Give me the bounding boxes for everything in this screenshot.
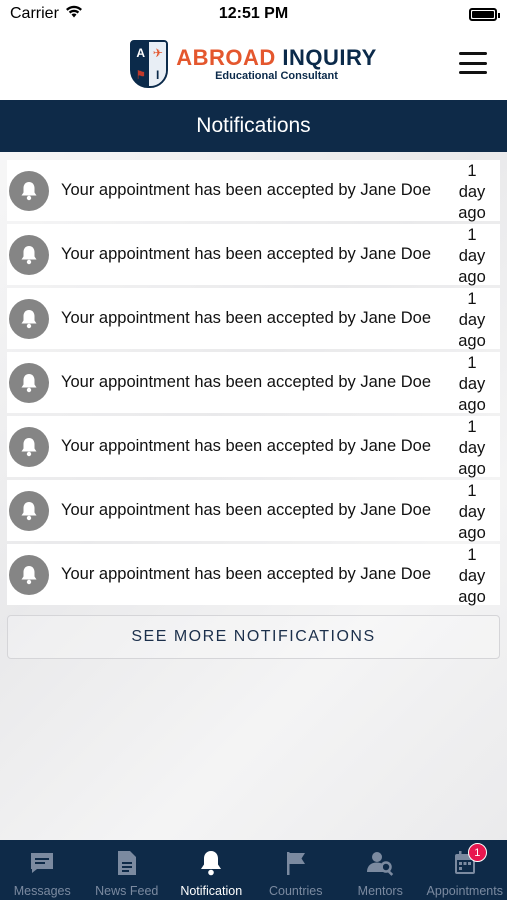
notification-text: Your appointment has been accepted by Ja… bbox=[61, 501, 431, 519]
notification-time: 1 day ago bbox=[454, 225, 490, 288]
time-unit: day bbox=[458, 183, 486, 201]
tab-notification[interactable]: Notification bbox=[169, 840, 254, 900]
logo-letter-a: A bbox=[136, 46, 146, 60]
status-bar: Carrier 12:51 PM bbox=[0, 0, 507, 28]
status-time: 12:51 PM bbox=[218, 5, 289, 22]
notification-item[interactable]: Your appointment has been accepted by Ja… bbox=[7, 480, 500, 544]
notification-text: Your appointment has been accepted by Ja… bbox=[61, 437, 431, 455]
notification-list: Your appointment has been accepted by Ja… bbox=[7, 160, 500, 608]
see-more-notifications-button[interactable]: SEE MORE NOTIFICATIONS bbox=[7, 615, 500, 659]
app-header: A ✈ ⚑ I ABROAD INQUIRY Educational Consu… bbox=[0, 28, 507, 100]
time-number: 1 bbox=[467, 226, 477, 244]
tab-label: Messages bbox=[13, 884, 71, 898]
flag-mini-icon: ⚑ bbox=[132, 64, 150, 86]
time-unit: day bbox=[458, 311, 486, 329]
tab-label: Appointments bbox=[426, 884, 503, 898]
notification-time: 1 day ago bbox=[454, 353, 490, 416]
bell-icon bbox=[9, 298, 49, 339]
notification-item[interactable]: Your appointment has been accepted by Ja… bbox=[7, 352, 500, 416]
time-suffix: ago bbox=[458, 332, 486, 350]
bell-icon bbox=[9, 362, 49, 403]
tab-label: Mentors bbox=[357, 884, 403, 898]
time-number: 1 bbox=[467, 354, 477, 372]
notification-item[interactable]: Your appointment has been accepted by Ja… bbox=[7, 160, 500, 224]
bell-icon bbox=[9, 426, 49, 467]
news-feed-icon bbox=[116, 849, 138, 877]
page-title: Notifications bbox=[0, 100, 507, 152]
tab-countries[interactable]: Countries bbox=[254, 840, 339, 900]
tab-mentors[interactable]: Mentors bbox=[338, 840, 423, 900]
mentor-search-icon bbox=[366, 849, 394, 877]
notification-item[interactable]: Your appointment has been accepted by Ja… bbox=[7, 288, 500, 352]
message-icon bbox=[29, 849, 55, 877]
notification-time: 1 day ago bbox=[454, 417, 490, 480]
time-unit: day bbox=[458, 375, 486, 393]
plane-icon: ✈ bbox=[149, 42, 167, 64]
brand-logo: A ✈ ⚑ I ABROAD INQUIRY Educational Consu… bbox=[130, 40, 377, 88]
logo-letter-i: I bbox=[149, 64, 167, 86]
time-number: 1 bbox=[467, 546, 477, 564]
notification-time: 1 day ago bbox=[454, 289, 490, 352]
tab-label: News Feed bbox=[95, 884, 159, 898]
notification-time: 1 day ago bbox=[454, 545, 490, 608]
brand-subtitle: Educational Consultant bbox=[215, 69, 338, 82]
notification-badge: 1 bbox=[467, 843, 487, 862]
tab-messages[interactable]: Messages bbox=[0, 840, 85, 900]
brand-name: ABROAD INQUIRY bbox=[176, 44, 377, 70]
notification-time: 1 day ago bbox=[454, 481, 490, 544]
time-suffix: ago bbox=[458, 268, 486, 286]
time-unit: day bbox=[458, 567, 486, 585]
time-unit: day bbox=[458, 439, 486, 457]
notification-item[interactable]: Your appointment has been accepted by Ja… bbox=[7, 544, 500, 608]
flag-icon bbox=[284, 849, 308, 877]
notification-time: 1 day ago bbox=[454, 161, 490, 224]
time-suffix: ago bbox=[458, 396, 486, 414]
notification-text: Your appointment has been accepted by Ja… bbox=[61, 565, 431, 583]
bell-icon bbox=[9, 234, 49, 275]
notification-item[interactable]: Your appointment has been accepted by Ja… bbox=[7, 224, 500, 288]
notification-item[interactable]: Your appointment has been accepted by Ja… bbox=[7, 416, 500, 480]
time-number: 1 bbox=[467, 290, 477, 308]
time-number: 1 bbox=[467, 482, 477, 500]
time-suffix: ago bbox=[458, 460, 486, 478]
tab-news-feed[interactable]: News Feed bbox=[85, 840, 170, 900]
time-number: 1 bbox=[467, 162, 477, 180]
time-unit: day bbox=[458, 247, 486, 265]
tab-label: Countries bbox=[269, 884, 323, 898]
brand-text: ABROAD INQUIRY Educational Consultant bbox=[176, 44, 377, 82]
bottom-tab-bar: Messages News Feed Notification Countries Me… bbox=[0, 840, 507, 900]
tab-label: Notification bbox=[180, 884, 243, 898]
bell-icon bbox=[9, 170, 49, 211]
time-number: 1 bbox=[467, 418, 477, 436]
notification-text: Your appointment has been accepted by Ja… bbox=[61, 309, 431, 327]
brand-name-part1: ABROAD bbox=[176, 44, 276, 70]
bell-icon bbox=[9, 554, 49, 595]
tab-appointments[interactable]: Appointments 1 bbox=[423, 840, 507, 900]
battery-icon bbox=[469, 7, 500, 21]
notifications-content[interactable]: Your appointment has been accepted by Ja… bbox=[0, 152, 507, 840]
time-unit: day bbox=[458, 503, 486, 521]
brand-name-part2: INQUIRY bbox=[282, 44, 377, 70]
bell-icon bbox=[199, 849, 223, 877]
notification-text: Your appointment has been accepted by Ja… bbox=[61, 373, 431, 391]
notification-text: Your appointment has been accepted by Ja… bbox=[61, 181, 431, 199]
logo-shield-icon: A ✈ ⚑ I bbox=[130, 40, 169, 88]
hamburger-menu-icon[interactable] bbox=[459, 52, 487, 74]
time-suffix: ago bbox=[458, 588, 486, 606]
time-suffix: ago bbox=[458, 204, 486, 222]
bell-icon bbox=[9, 490, 49, 531]
notification-text: Your appointment has been accepted by Ja… bbox=[61, 245, 431, 263]
time-suffix: ago bbox=[458, 524, 486, 542]
